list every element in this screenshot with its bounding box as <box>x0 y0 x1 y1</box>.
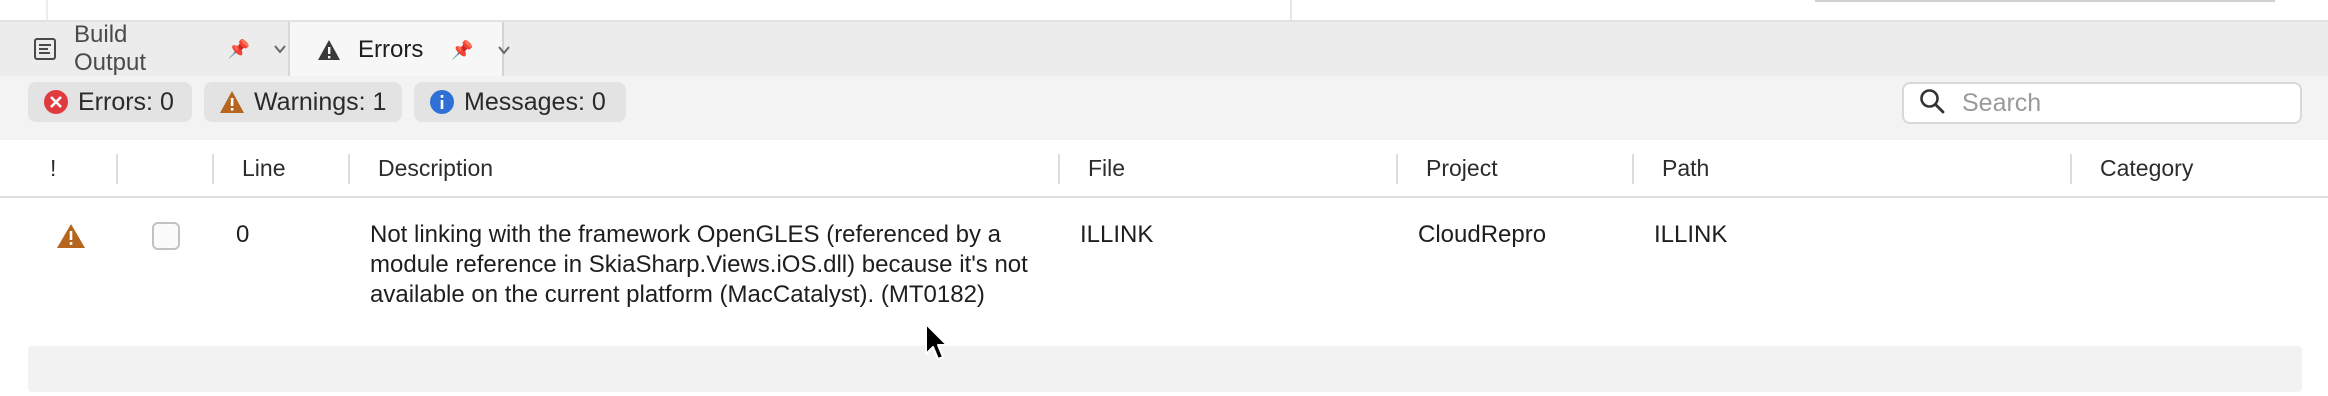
column-header-severity[interactable]: ! <box>50 140 56 196</box>
row-file: ILLINK <box>1080 221 1154 248</box>
pin-icon[interactable]: 📌 <box>451 40 473 61</box>
column-header-description[interactable]: Description <box>378 140 493 196</box>
panel-edge-control <box>1815 0 2275 2</box>
row-checkbox[interactable] <box>152 222 180 250</box>
warning-icon <box>218 88 246 116</box>
mouse-cursor-icon <box>924 322 950 362</box>
search-icon <box>1918 87 1946 120</box>
errors-filter-label: Errors: 0 <box>78 87 174 116</box>
error-icon <box>42 88 70 116</box>
table-header: ! Line Description File Project Path Cat… <box>0 140 2328 198</box>
warnings-filter-label: Warnings: 1 <box>254 87 387 116</box>
column-divider[interactable] <box>1396 154 1398 184</box>
column-divider[interactable] <box>116 154 118 184</box>
row-description: Not linking with the framework OpenGLES … <box>370 221 1028 308</box>
build-output-icon <box>32 36 58 62</box>
top-panel-edge <box>0 0 2328 22</box>
column-header-line[interactable]: Line <box>242 140 285 196</box>
row-line: 0 <box>236 221 250 248</box>
tab-label: Errors <box>358 36 424 63</box>
pad-tab-bar: Build Output 📌 Errors 📌 <box>0 21 2328 78</box>
tab-errors[interactable]: Errors 📌 <box>290 22 510 78</box>
warnings-filter-button[interactable]: Warnings: 1 <box>204 82 402 122</box>
panel-divider <box>1290 0 1292 20</box>
warning-icon <box>56 222 86 250</box>
column-divider[interactable] <box>348 154 350 184</box>
row-path: ILLINK <box>1654 221 1728 248</box>
column-divider[interactable] <box>1632 154 1634 184</box>
table-row[interactable]: 0 Not linking with the framework OpenGLE… <box>0 198 2328 326</box>
chevron-down-icon[interactable] <box>496 42 512 58</box>
warning-icon <box>316 37 342 63</box>
panel-divider <box>46 0 48 20</box>
column-header-project[interactable]: Project <box>1426 140 1498 196</box>
tab-build-output[interactable]: Build Output 📌 <box>0 21 290 76</box>
messages-filter-button[interactable]: Messages: 0 <box>414 82 626 122</box>
pin-icon[interactable]: 📌 <box>228 39 250 60</box>
column-divider[interactable] <box>2070 154 2072 184</box>
tab-label: Build Output <box>74 21 147 76</box>
info-icon <box>428 88 456 116</box>
row-project: CloudRepro <box>1418 221 1547 248</box>
messages-filter-label: Messages: 0 <box>464 87 606 116</box>
search-input[interactable] <box>1960 87 2294 119</box>
search-field[interactable] <box>1902 82 2302 124</box>
chevron-down-icon[interactable] <box>272 41 288 57</box>
column-header-category[interactable]: Category <box>2100 140 2193 196</box>
column-header-path[interactable]: Path <box>1662 140 1709 196</box>
empty-row <box>28 346 2302 392</box>
column-divider[interactable] <box>212 154 214 184</box>
column-header-file[interactable]: File <box>1088 140 1125 196</box>
column-divider[interactable] <box>1058 154 1060 184</box>
errors-filter-button[interactable]: Errors: 0 <box>28 82 192 122</box>
